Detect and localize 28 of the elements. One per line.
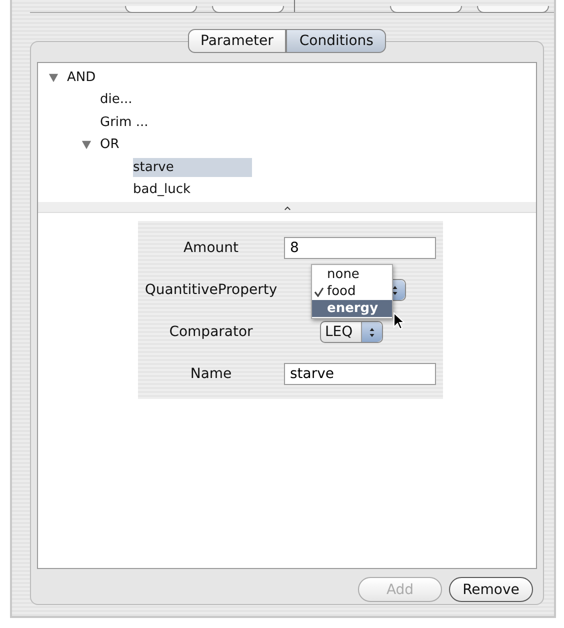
tree-item[interactable]: AND	[67, 68, 96, 87]
disclosure-triangle-icon[interactable]	[81, 139, 92, 150]
tab[interactable]: Parameter	[188, 29, 286, 53]
button[interactable]	[477, 6, 549, 13]
button[interactable]	[125, 6, 197, 13]
field-label: QuantitiveProperty	[144, 282, 278, 298]
button[interactable]	[212, 6, 284, 13]
tree-item[interactable]: OR	[100, 135, 120, 154]
up-down-arrows-icon	[368, 326, 375, 338]
tree-item[interactable]: die...	[100, 90, 132, 110]
popup-button[interactable]: LEQ	[320, 321, 383, 343]
input-field[interactable]: 8	[284, 237, 436, 259]
tree-item[interactable]: Grim ...	[100, 112, 148, 132]
up-down-arrows-icon	[392, 284, 398, 296]
splitter-grip-icon	[284, 206, 290, 211]
menu-item[interactable]: energy	[312, 300, 392, 317]
tree-item[interactable]: bad_luck	[133, 180, 190, 200]
field-label: Comparator	[168, 324, 254, 340]
button[interactable]	[390, 6, 462, 13]
field-label: Amount	[182, 240, 240, 256]
input-field[interactable]: starve	[284, 363, 436, 385]
tab[interactable]: Conditions	[286, 29, 386, 53]
push-button[interactable]: Remove	[449, 577, 533, 602]
tree-item[interactable]: starve	[133, 158, 252, 177]
menu-item[interactable]: food	[312, 283, 392, 300]
disclosure-triangle-icon[interactable]	[48, 72, 59, 83]
field-label: Name	[189, 366, 233, 382]
menu-item[interactable]: none	[312, 266, 392, 283]
